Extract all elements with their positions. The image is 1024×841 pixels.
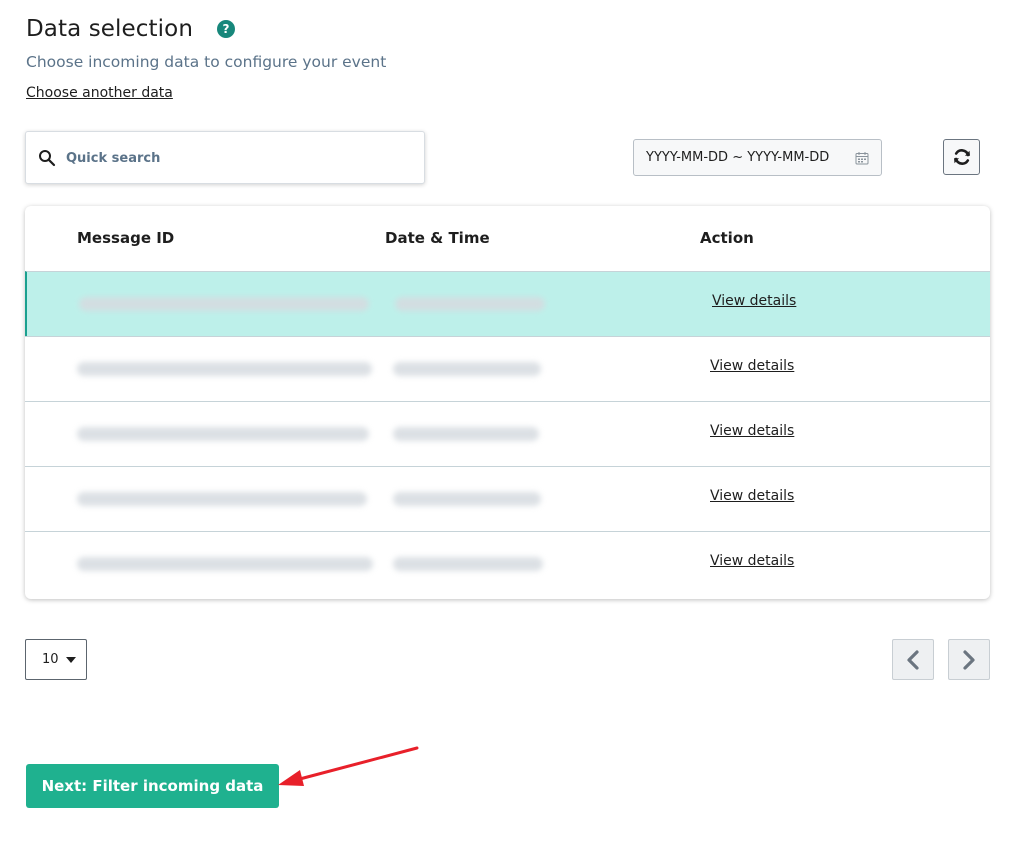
view-details-link[interactable]: View details <box>710 423 794 439</box>
table-row[interactable]: View details <box>25 401 990 466</box>
view-details-link[interactable]: View details <box>710 553 794 569</box>
table-header: Message ID Date & Time Action <box>25 206 990 271</box>
column-header-date-time: Date & Time <box>385 229 490 247</box>
next-page-button[interactable] <box>948 639 990 680</box>
search-box <box>25 131 425 184</box>
column-header-action: Action <box>700 229 754 247</box>
redacted-date-time <box>393 362 541 376</box>
page-subtitle: Choose incoming data to configure your e… <box>26 53 387 71</box>
data-table: Message ID Date & Time Action View detai… <box>25 206 990 599</box>
date-range-value: YYYY-MM-DD ~ YYYY-MM-DD <box>646 150 830 165</box>
column-header-message-id: Message ID <box>77 229 175 247</box>
caret-down-icon <box>66 657 76 663</box>
search-input[interactable] <box>66 144 416 172</box>
page-size-select[interactable]: 10 <box>25 639 87 680</box>
title-row: Data selection ? <box>26 16 236 42</box>
refresh-button[interactable] <box>943 139 980 175</box>
table-row[interactable]: View details <box>25 531 990 596</box>
redacted-message-id <box>77 427 369 441</box>
date-range-picker[interactable]: YYYY-MM-DD ~ YYYY-MM-DD <box>633 139 882 176</box>
redacted-message-id <box>79 297 369 311</box>
next-filter-incoming-data-button[interactable]: Next: Filter incoming data <box>26 764 279 808</box>
table-row[interactable]: View details <box>25 271 990 336</box>
redacted-date-time <box>395 297 545 311</box>
help-icon[interactable]: ? <box>217 20 236 38</box>
redacted-date-time <box>393 557 543 571</box>
calendar-icon <box>855 152 869 165</box>
redacted-message-id <box>77 362 372 376</box>
table-row[interactable]: View details <box>25 336 990 401</box>
view-details-link[interactable]: View details <box>710 358 794 374</box>
search-icon <box>39 150 56 167</box>
redacted-date-time <box>393 492 541 506</box>
redacted-message-id <box>77 492 367 506</box>
choose-another-data-link[interactable]: Choose another data <box>26 85 173 101</box>
view-details-link[interactable]: View details <box>712 293 796 309</box>
chevron-left-icon <box>907 649 919 670</box>
redacted-message-id <box>77 557 373 571</box>
previous-page-button[interactable] <box>892 639 934 680</box>
view-details-link[interactable]: View details <box>710 488 794 504</box>
redacted-date-time <box>393 427 539 441</box>
page-size-value: 10 <box>42 652 59 667</box>
chevron-right-icon <box>963 649 975 670</box>
table-row[interactable]: View details <box>25 466 990 531</box>
refresh-icon <box>953 149 970 165</box>
page-title: Data selection <box>26 16 194 42</box>
annotation-arrow-icon <box>278 746 419 786</box>
